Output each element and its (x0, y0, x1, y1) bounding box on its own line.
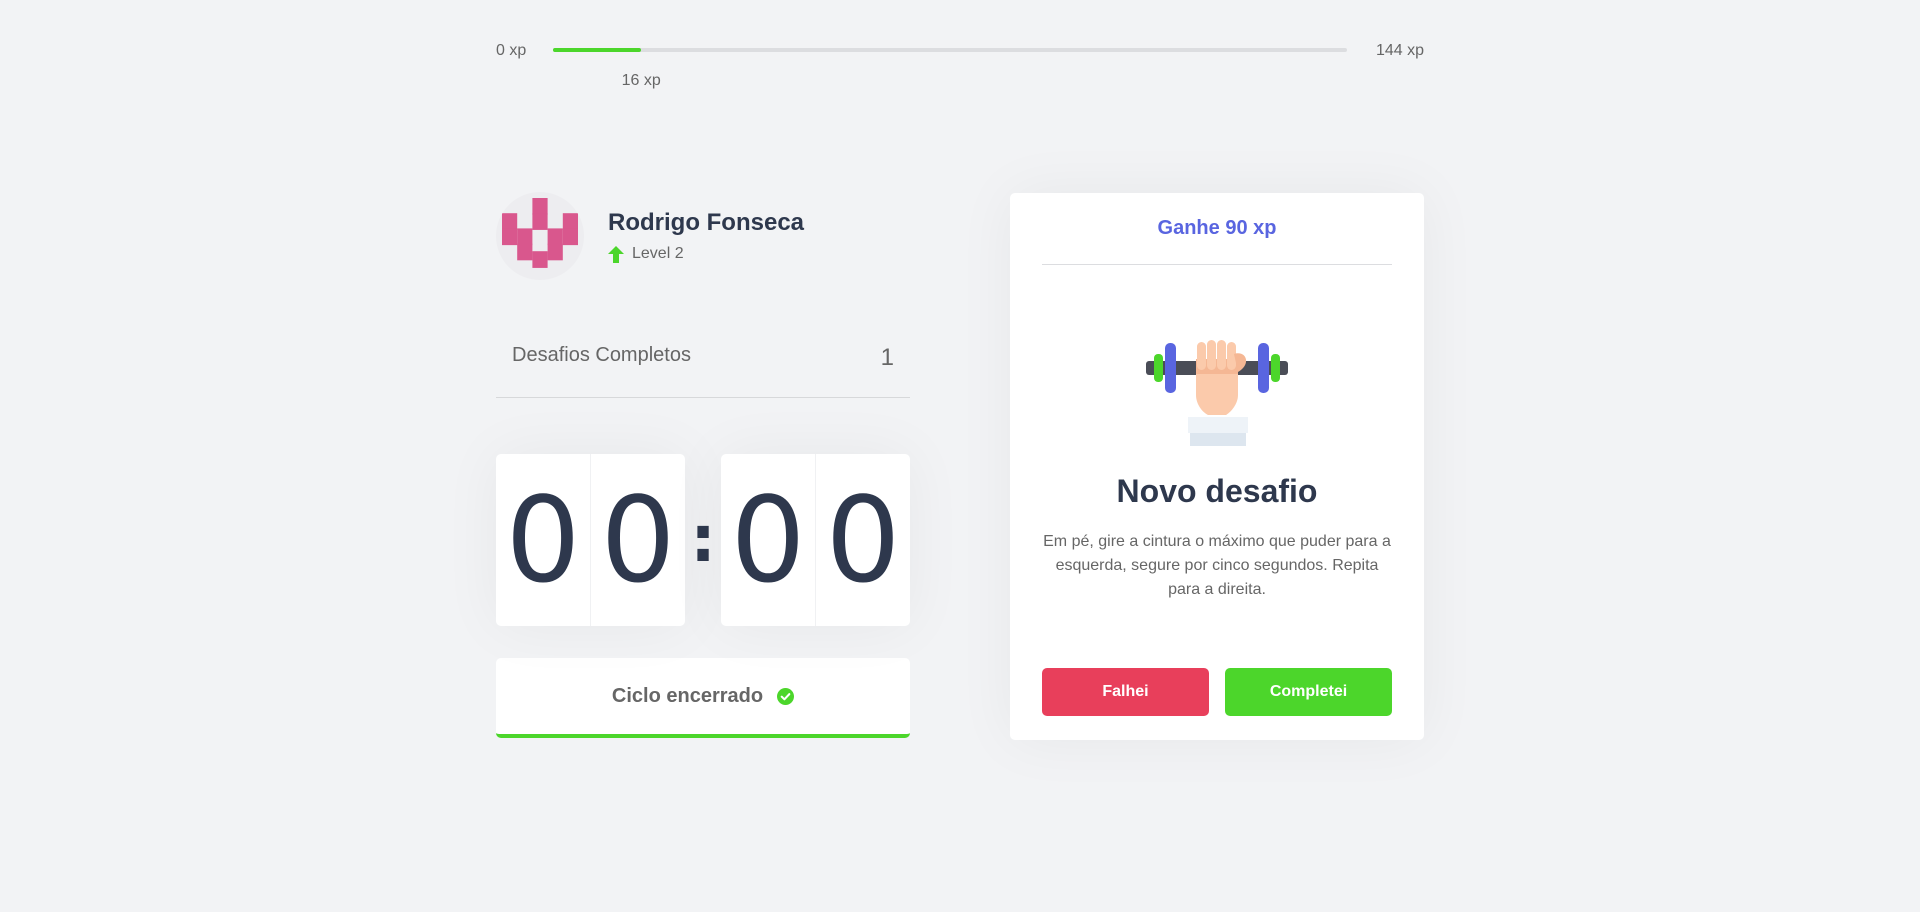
second-tens-digit: 0 (721, 454, 816, 626)
profile-name: Rodrigo Fonseca (608, 209, 805, 236)
level-label: Level 2 (632, 245, 684, 262)
completed-challenges: Desafios Completos 1 (496, 344, 910, 398)
completed-challenges-label: Desafios Completos (512, 344, 691, 366)
completed-button[interactable]: Completei (1225, 668, 1392, 716)
profile-level: Level 2 (608, 245, 804, 263)
level-up-arrow-icon (608, 245, 624, 263)
second-units-digit: 0 (825, 471, 901, 609)
xp-progress-fill (553, 48, 642, 52)
check-circle-icon (777, 687, 795, 705)
challenge-main: Novo desafio Em pé, gire a cintura o máx… (1042, 265, 1392, 668)
xp-max-label: 144 xp (1375, 42, 1424, 59)
xp-progress-track: 16 xp (553, 48, 1347, 89)
xp-min-label: 0 xp (496, 42, 527, 59)
challenge-box: Ganhe 90 xp Novo desafio Em pé, gire a c… (1010, 193, 1424, 740)
profile-info: Rodrigo Fonseca Level 2 (608, 209, 804, 263)
cycle-ended-label: Ciclo encerrado (611, 684, 764, 707)
minute-units-digit: 0 (600, 471, 676, 609)
challenge-title: Novo desafio (1116, 472, 1318, 509)
challenge-description: Em pé, gire a cintura o máximo que puder… (1043, 532, 1391, 598)
countdown-seconds: 0 0 (721, 454, 910, 626)
completed-challenges-count: 1 (880, 344, 894, 371)
challenge-xp-header: Ganhe 90 xp (1042, 217, 1392, 265)
challenge-actions: Falhei Completei (1042, 668, 1392, 716)
countdown-separator: : (690, 503, 716, 577)
dumbbell-icon (1146, 332, 1288, 451)
failed-button[interactable]: Falhei (1042, 668, 1209, 716)
xp-current-label: 16 xp (621, 72, 661, 89)
countdown: 0 0 : 0 0 (496, 454, 910, 626)
minute-tens-digit: 0 (496, 454, 591, 626)
pixel-avatar-icon (502, 198, 578, 268)
countdown-minutes: 0 0 (496, 454, 685, 626)
profile: Rodrigo Fonseca Level 2 (496, 192, 910, 280)
experience-bar: 0 xp 16 xp 144 xp (496, 38, 1424, 89)
cycle-ended-button[interactable]: Ciclo encerrado (496, 658, 910, 738)
avatar (496, 192, 584, 280)
left-column: Rodrigo Fonseca Level 2 Desafios Complet… (496, 192, 910, 738)
